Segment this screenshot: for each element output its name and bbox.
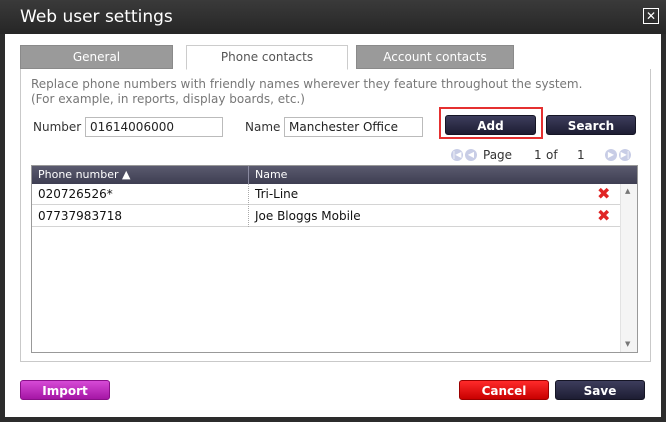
next-page-icon[interactable]: ▶ — [605, 149, 617, 161]
table-row[interactable]: 020726526* Tri-Line ✖ — [32, 184, 620, 205]
tab-account-contacts[interactable]: Account contacts — [356, 45, 514, 69]
close-icon[interactable]: ✕ — [643, 8, 659, 24]
tab-phone-contacts[interactable]: Phone contacts — [186, 45, 348, 70]
window-title: Web user settings — [20, 7, 173, 27]
import-button[interactable]: Import — [20, 380, 110, 400]
vertical-scrollbar[interactable]: ▲ ▼ — [620, 184, 637, 352]
name-input[interactable] — [284, 117, 423, 137]
title-bar: Web user settings ✕ — [0, 0, 666, 34]
table-header: Phone number ▲ Name — [32, 166, 637, 184]
table-row[interactable]: 07737983718 Joe Bloggs Mobile ✖ — [32, 206, 620, 227]
cell-name: Joe Bloggs Mobile — [255, 209, 361, 223]
page-current: 1 — [534, 148, 542, 162]
delete-icon[interactable]: ✖ — [597, 186, 610, 202]
cancel-button[interactable]: Cancel — [459, 380, 549, 400]
intro-line-2: (For example, in reports, display boards… — [31, 92, 305, 106]
page-label: Page — [483, 148, 513, 162]
number-input[interactable] — [85, 117, 223, 137]
column-header-name[interactable]: Name — [249, 166, 549, 184]
cell-phone-number: 020726526* — [38, 187, 113, 201]
delete-icon[interactable]: ✖ — [597, 208, 610, 224]
intro-line-1: Replace phone numbers with friendly name… — [31, 77, 583, 91]
column-header-phone-number[interactable]: Phone number ▲ — [32, 166, 248, 184]
name-label: Name — [245, 120, 281, 134]
save-button[interactable]: Save — [555, 380, 645, 400]
prev-page-icon[interactable]: ◀ — [465, 149, 477, 161]
last-page-icon[interactable]: ▶| — [619, 149, 631, 161]
search-button[interactable]: Search — [546, 115, 636, 135]
page-of-label: of — [546, 148, 558, 162]
intro-text: Replace phone numbers with friendly name… — [31, 77, 582, 107]
scroll-down-icon[interactable]: ▼ — [625, 340, 630, 348]
phone-contacts-table: Phone number ▲ Name 020726526* Tri-Line … — [31, 165, 638, 353]
dialog-body: General Phone contacts Account contacts … — [5, 34, 661, 417]
page-total: 1 — [577, 148, 585, 162]
cell-phone-number: 07737983718 — [38, 209, 122, 223]
first-page-icon[interactable]: |◀ — [451, 149, 463, 161]
cell-name: Tri-Line — [255, 187, 299, 201]
tab-general[interactable]: General — [20, 45, 173, 69]
scroll-up-icon[interactable]: ▲ — [625, 187, 630, 195]
add-button[interactable]: Add — [445, 115, 536, 135]
number-label: Number — [33, 120, 82, 134]
